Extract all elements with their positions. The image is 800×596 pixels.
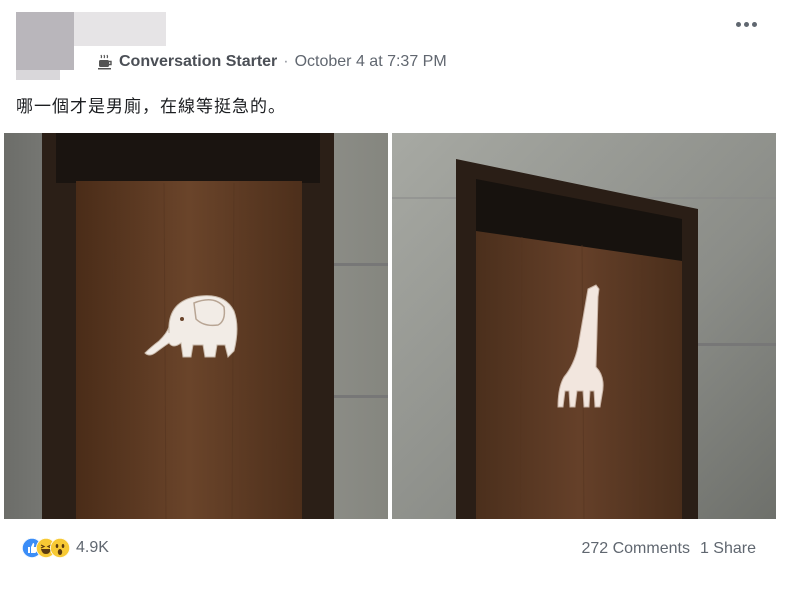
- author-name[interactable]: Conversation Starter: [119, 53, 277, 71]
- post-timestamp[interactable]: October 4 at 7:37 PM: [295, 53, 447, 71]
- engagement-stats: 272 Comments 1 Share: [581, 540, 756, 558]
- giraffe-door-image: [392, 133, 776, 519]
- photo-grid: [4, 133, 776, 519]
- post-text: 哪一個才是男廁，在線等挺急的。: [16, 97, 286, 116]
- comments-count[interactable]: 272 Comments: [581, 540, 690, 558]
- photo-giraffe-door[interactable]: [392, 133, 776, 519]
- shares-count[interactable]: 1 Share: [700, 540, 756, 558]
- reactions-summary[interactable]: 4.9K: [22, 538, 109, 558]
- reaction-count[interactable]: 4.9K: [76, 539, 109, 557]
- elephant-door-image: [4, 133, 388, 519]
- coffee-cup-icon: [98, 54, 112, 70]
- post-header: Conversation Starter · October 4 at 7:37…: [96, 50, 447, 74]
- meta-separator: ·: [283, 53, 289, 70]
- post-footer: 4.9K 272 Comments 1 Share: [0, 530, 800, 570]
- wow-reaction-icon: [50, 538, 70, 558]
- photo-elephant-door[interactable]: [4, 133, 388, 519]
- more-options-icon[interactable]: [736, 22, 757, 27]
- facebook-post: Conversation Starter · October 4 at 7:37…: [0, 0, 800, 596]
